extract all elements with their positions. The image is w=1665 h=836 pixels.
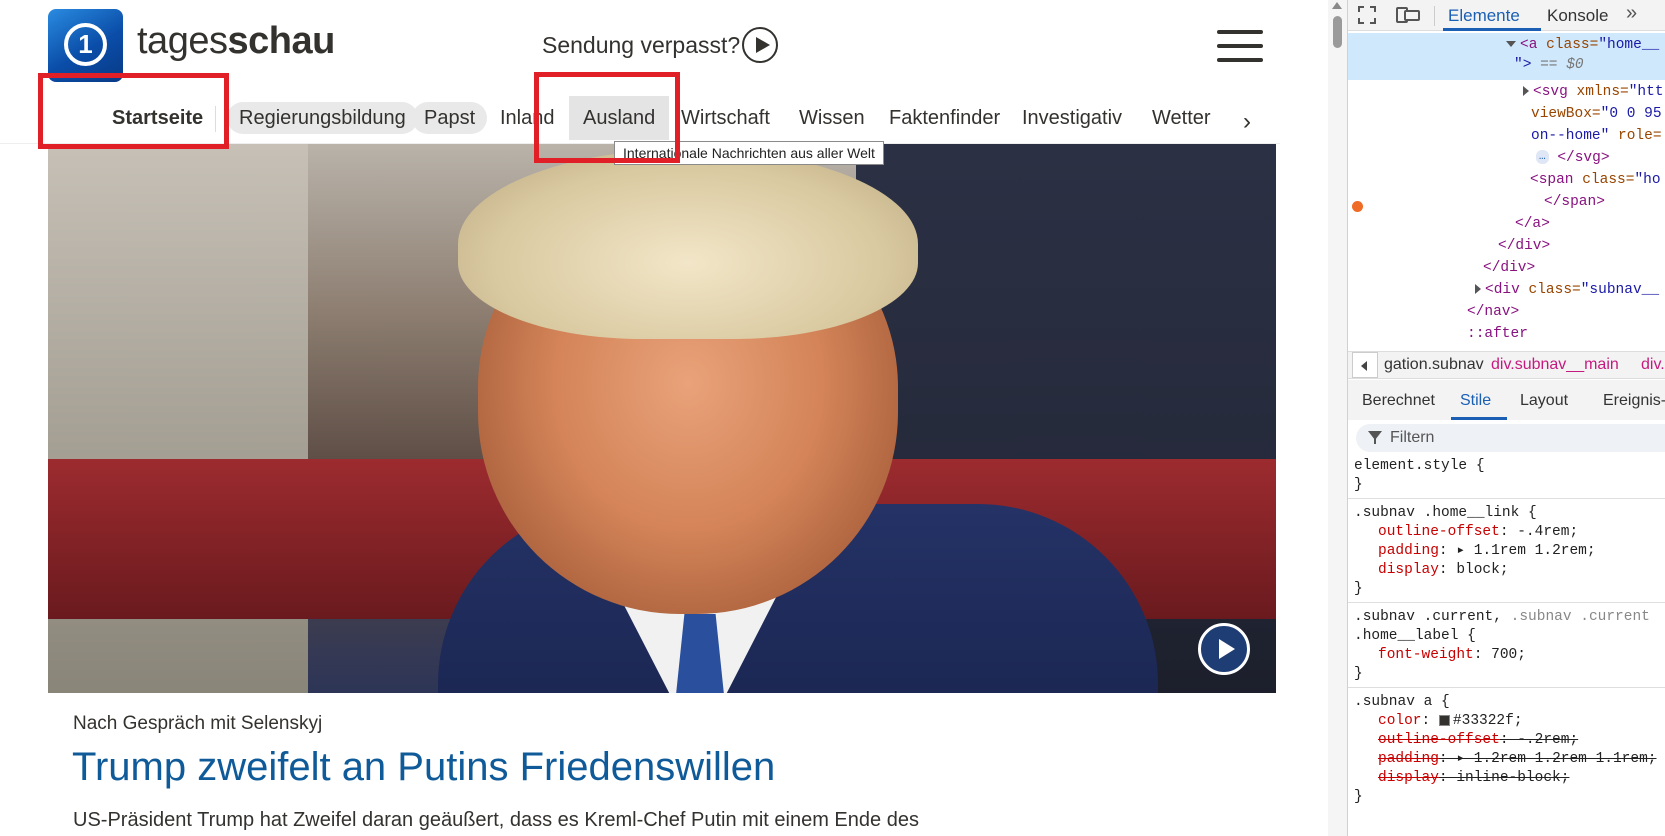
tab-elemente[interactable]: Elemente — [1448, 6, 1520, 26]
filter-icon-stem — [1374, 438, 1376, 444]
video-play-icon[interactable] — [1198, 623, 1250, 675]
color-swatch-icon[interactable] — [1438, 714, 1450, 726]
dom-node-span-close[interactable]: </span> — [1348, 191, 1665, 214]
chevron-right-icon[interactable]: › — [1243, 108, 1251, 136]
rule-selector-cont[interactable]: .home__label { — [1354, 627, 1476, 646]
rule-close: } — [1354, 666, 1363, 682]
breadcrumb: gation.subnav div.subnav__main div. — [1348, 351, 1665, 379]
nav-ausland[interactable]: Ausland — [569, 96, 670, 140]
tab-konsole[interactable]: Konsole — [1547, 6, 1608, 26]
styles-rules: element.style { } .subnav .home__link { … — [1348, 455, 1665, 836]
dom-node-div-close-2[interactable]: </div> — [1348, 257, 1665, 280]
filter-placeholder: Filtern — [1390, 429, 1435, 446]
hero-image[interactable] — [48, 144, 1276, 693]
hero-hair — [458, 149, 918, 339]
rule-close: } — [1354, 789, 1363, 805]
nav-wirtschaft[interactable]: Wirtschaft — [681, 102, 770, 134]
breadcrumb-item[interactable]: gation.subnav — [1384, 356, 1484, 374]
missed-broadcast-link[interactable]: Sendung verpasst? — [542, 32, 740, 59]
tab-layout[interactable]: Layout — [1520, 392, 1568, 410]
tab-stile[interactable]: Stile — [1460, 392, 1491, 410]
more-tabs-icon[interactable]: » — [1626, 2, 1637, 25]
dom-node-subnav-div[interactable]: <div class="subnav__ — [1348, 279, 1665, 302]
device-toggle-icon-part — [1404, 10, 1420, 21]
css-property[interactable]: display: block; — [1378, 561, 1509, 580]
tooltip: Internationale Nachrichten aus aller Wel… — [614, 141, 884, 165]
inspect-element-icon[interactable] — [1358, 6, 1376, 24]
dom-node-nav-close[interactable]: </nav> — [1348, 301, 1665, 324]
nav-wissen[interactable]: Wissen — [799, 102, 865, 134]
active-pane-indicator — [1451, 417, 1507, 420]
devtools-toolbar: Elemente Konsole » — [1348, 0, 1665, 31]
toolbar-divider — [1434, 6, 1435, 26]
css-property-overridden[interactable]: padding: ▸ 1.2rem 1.2rem 1.1rem; — [1378, 750, 1657, 769]
breakpoint-dot-icon — [1352, 201, 1363, 212]
rule-divider — [1348, 498, 1665, 499]
nav-wetter[interactable]: Wetter — [1152, 102, 1211, 134]
dom-node-svg-attr[interactable]: viewBox="0 0 95 — [1348, 103, 1665, 126]
breadcrumb-item[interactable]: div.subnav__main — [1491, 356, 1619, 374]
rule-selector[interactable]: .subnav .current, .subnav .current — [1354, 608, 1650, 627]
rule-divider — [1348, 687, 1665, 688]
css-property[interactable]: outline-offset: -.4rem; — [1378, 523, 1578, 542]
css-property-overridden[interactable]: display: inline-block; — [1378, 769, 1569, 788]
article-kicker: Nach Gespräch mit Selenskyj — [73, 713, 323, 734]
hamburger-menu-icon[interactable] — [1217, 30, 1263, 62]
play-icon[interactable] — [742, 27, 778, 63]
dom-node-span[interactable]: <span class="ho — [1348, 169, 1665, 192]
rule-selector[interactable]: .subnav a { — [1354, 693, 1450, 712]
dom-tree: <a class="home__ "> == $0 <svg xmlns="ht… — [1348, 31, 1665, 351]
rule-divider — [1348, 602, 1665, 603]
expand-triangle-icon[interactable] — [1523, 86, 1529, 97]
tab-berechnet[interactable]: Berechnet — [1362, 392, 1435, 410]
rule-close: } — [1354, 581, 1363, 597]
styles-pane-tabs: Berechnet Stile Layout Ereignis- — [1348, 380, 1665, 420]
burger-line — [1217, 58, 1263, 62]
article-headline[interactable]: Trump zweifelt an Putins Friedenswillen — [72, 745, 775, 790]
subnav: Startseite Regierungsbildung Papst Inlan… — [0, 94, 1280, 144]
nav-divider — [215, 106, 216, 132]
nav-regierungsbildung[interactable]: Regierungsbildung — [227, 102, 418, 134]
dom-node-after[interactable]: ::after — [1348, 323, 1665, 346]
das-erste-logo[interactable]: 1 — [48, 9, 123, 82]
nav-inland[interactable]: Inland — [500, 102, 555, 134]
burger-line — [1217, 44, 1263, 48]
ellipsis-icon[interactable]: … — [1536, 150, 1549, 165]
tagesschau-page: 1 tagesschau Sendung verpasst? Startseit… — [0, 0, 1347, 836]
brand-wordmark[interactable]: tagesschau — [137, 20, 335, 63]
dom-node-svg-close[interactable]: … </svg> — [1348, 147, 1665, 170]
devtools-panel: Elemente Konsole » <a class="home__ "> =… — [1347, 0, 1665, 836]
burger-line — [1217, 30, 1263, 34]
dom-node-svg-attr2[interactable]: on--home" role= — [1348, 125, 1665, 148]
logo-number: 1 — [78, 29, 93, 59]
expand-triangle-icon[interactable] — [1475, 284, 1481, 295]
page-scrollbar[interactable] — [1328, 0, 1347, 836]
css-property[interactable]: color: #33322f; — [1378, 712, 1523, 731]
nav-papst[interactable]: Papst — [412, 102, 488, 134]
css-property-overridden[interactable]: outline-offset: -.2rem; — [1378, 731, 1578, 750]
dom-node-svg[interactable]: <svg xmlns="htt — [1348, 81, 1665, 104]
scroll-up-icon[interactable] — [1332, 2, 1342, 9]
rule-close: } — [1354, 477, 1363, 493]
tab-ereignis[interactable]: Ereignis- — [1603, 392, 1665, 410]
css-property[interactable]: padding: ▸ 1.1rem 1.2rem; — [1378, 542, 1596, 561]
nav-investigativ[interactable]: Investigativ — [1022, 102, 1122, 134]
dom-node-div-close[interactable]: </div> — [1348, 235, 1665, 258]
brand-light: tages — [137, 20, 228, 62]
nav-startseite[interactable]: Startseite — [112, 102, 203, 134]
breadcrumb-item[interactable]: div. — [1641, 356, 1665, 374]
dom-node-a-end[interactable]: "> == $0 — [1348, 54, 1665, 77]
styles-filter-input[interactable]: Filtern — [1356, 424, 1665, 452]
dom-node-a-close[interactable]: </a> — [1348, 213, 1665, 236]
css-property[interactable]: font-weight: 700; — [1378, 646, 1526, 665]
rule-selector[interactable]: .subnav .home__link { — [1354, 504, 1537, 523]
brand-bold: schau — [227, 20, 335, 62]
article-teaser: US-Präsident Trump hat Zweifel daran geä… — [73, 809, 919, 831]
nav-faktenfinder[interactable]: Faktenfinder — [889, 102, 1000, 134]
rule-selector[interactable]: element.style { — [1354, 457, 1485, 476]
scrollbar-thumb[interactable] — [1333, 16, 1342, 48]
collapse-triangle-icon[interactable] — [1506, 41, 1516, 48]
scroll-left-icon[interactable] — [1352, 352, 1378, 378]
